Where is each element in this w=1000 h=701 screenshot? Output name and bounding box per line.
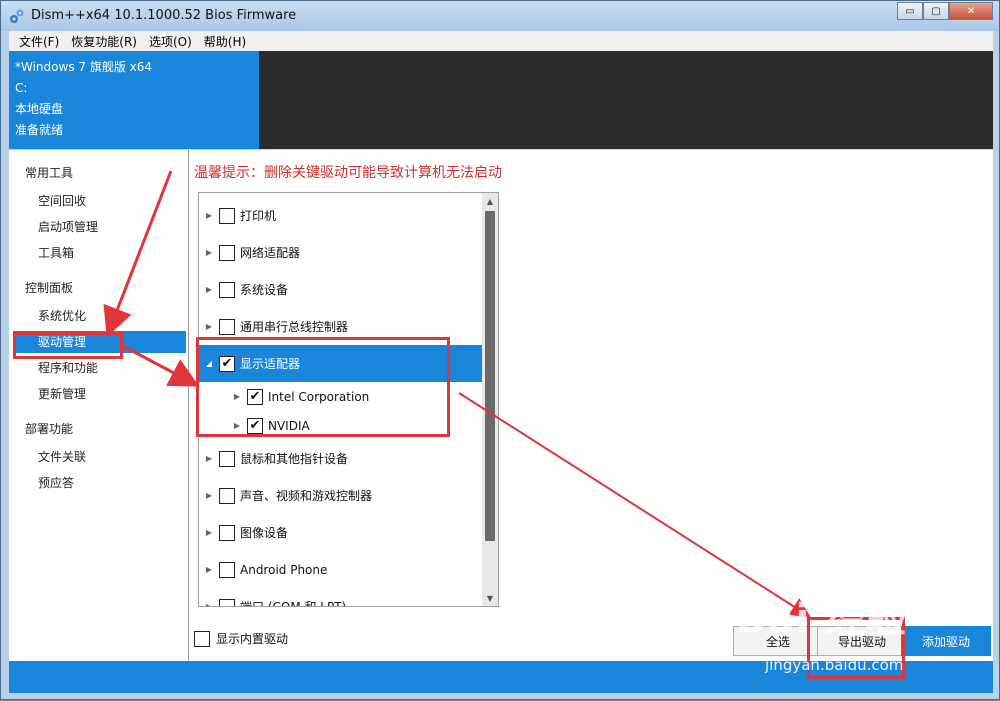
add-driver-button[interactable]: 添加驱动 [901, 626, 991, 656]
tree-item[interactable]: ▶ 端口 (COM 和 LPT) [199, 588, 482, 607]
tree-item-checkbox[interactable] [219, 244, 235, 261]
menu-recovery[interactable]: 恢复功能(R) [65, 33, 143, 50]
scroll-thumb[interactable] [485, 211, 495, 541]
tree-item-label: 通用串行总线控制器 [240, 320, 349, 334]
tree-item-checkbox[interactable] [219, 487, 235, 504]
sidebar-item-updates[interactable]: 更新管理 [13, 383, 186, 405]
expand-right-icon[interactable]: ▶ [205, 322, 213, 331]
tree-item[interactable]: ▶ 图像设备 [199, 514, 482, 551]
maximize-button[interactable]: ▢ [923, 2, 949, 20]
show-builtin-checkbox[interactable] [194, 630, 210, 647]
warning-text: 温馨提示：删除关键驱动可能导致计算机无法启动 [194, 165, 502, 181]
sidebar-item-file-association[interactable]: 文件关联 [13, 446, 186, 468]
sidebar-item-answer-file[interactable]: 预应答 [13, 472, 186, 494]
expand-right-icon[interactable]: ▶ [205, 491, 213, 500]
sidebar: 常用工具 空间回收 启动项管理 工具箱 控制面板 系统优化 驱动管理 程序和功能… [9, 149, 189, 661]
close-icon: ✕ [966, 5, 976, 17]
tree-item[interactable]: ▶ Android Phone [199, 551, 482, 588]
expand-right-icon[interactable]: ▶ [205, 211, 213, 220]
minimize-icon: ▭ [905, 5, 915, 17]
annotation-box-display-adapters [196, 337, 450, 437]
tree-item-checkbox[interactable] [219, 561, 235, 578]
tree-item-label: 图像设备 [240, 526, 289, 540]
tree-item-checkbox[interactable] [219, 450, 235, 467]
sidebar-item-toolbox[interactable]: 工具箱 [13, 242, 186, 264]
expand-right-icon[interactable]: ▶ [205, 565, 213, 574]
tree-item[interactable]: ▶ 系统设备 [199, 271, 482, 308]
scroll-up-icon[interactable]: ▲ [482, 193, 498, 209]
annotation-box-driver-menu [13, 332, 123, 359]
app-gear-icon [10, 9, 24, 23]
tree-item-label: 端口 (COM 和 LPT) [240, 600, 347, 607]
drive-letter: C: [15, 81, 28, 95]
sidebar-group-deploy: 部署功能 [25, 422, 74, 436]
show-builtin-option[interactable]: 显示内置驱动 [194, 630, 288, 647]
tree-item-label: 系统设备 [240, 283, 289, 297]
tree-item-label: 网络适配器 [240, 246, 301, 260]
disk-type: 本地硬盘 [15, 102, 64, 116]
sidebar-item-startup[interactable]: 启动项管理 [13, 216, 186, 238]
app-window: Dism++x64 10.1.1000.52 Bios Firmware ▭ ▢… [0, 0, 1000, 700]
expand-right-icon[interactable]: ▶ [205, 285, 213, 294]
tree-item-label: Android Phone [240, 562, 328, 577]
watermark-url: jingyan.baidu.com [765, 656, 904, 674]
system-info-panel[interactable]: *Windows 7 旗舰版 x64 C: 本地硬盘 准备就绪 [9, 51, 259, 149]
tree-item-checkbox[interactable] [219, 207, 235, 224]
expand-right-icon[interactable]: ▶ [205, 602, 213, 606]
menu-help[interactable]: 帮助(H) [198, 33, 252, 50]
tree-scrollbar[interactable]: ▲ ▼ [482, 193, 498, 606]
session-area [259, 51, 993, 149]
tree-item-checkbox[interactable] [219, 281, 235, 298]
tree-item-checkbox[interactable] [219, 318, 235, 335]
tree-item-label: 打印机 [240, 209, 277, 223]
sidebar-item-programs[interactable]: 程序和功能 [13, 357, 186, 379]
expand-right-icon[interactable]: ▶ [205, 248, 213, 257]
minimize-button[interactable]: ▭ [897, 2, 923, 20]
tree-item[interactable]: ▶ 网络适配器 [199, 234, 482, 271]
title-bar[interactable]: Dism++x64 10.1.1000.52 Bios Firmware ▭ ▢… [1, 1, 999, 31]
menu-file[interactable]: 文件(F) [13, 33, 65, 50]
tree-item[interactable]: ▶ 声音、视频和游戏控制器 [199, 477, 482, 514]
scroll-down-icon[interactable]: ▼ [482, 590, 498, 606]
tree-item-label: 声音、视频和游戏控制器 [240, 489, 373, 503]
status-text: 准备就绪 [15, 123, 64, 137]
sidebar-group-control-panel: 控制面板 [25, 281, 74, 295]
expand-right-icon[interactable]: ▶ [205, 528, 213, 537]
expand-right-icon[interactable]: ▶ [205, 454, 213, 463]
sidebar-item-space-cleanup[interactable]: 空间回收 [13, 190, 186, 212]
window-title: Dism++x64 10.1.1000.52 Bios Firmware [31, 8, 297, 23]
os-name: *Windows 7 旗舰版 x64 [15, 60, 153, 74]
maximize-icon: ▢ [931, 5, 941, 17]
tree-item[interactable]: ▶ 打印机 [199, 197, 482, 234]
close-button[interactable]: ✕ [949, 2, 993, 20]
menu-options[interactable]: 选项(O) [143, 33, 198, 50]
watermark-logo: Bai 经验 [736, 596, 908, 642]
tree-item[interactable]: ▶ 鼠标和其他指针设备 [199, 440, 482, 477]
sidebar-group-common-tools: 常用工具 [25, 166, 74, 180]
tree-item-label: 鼠标和其他指针设备 [240, 452, 349, 466]
show-builtin-label: 显示内置驱动 [216, 632, 289, 646]
tree-item-checkbox[interactable] [219, 524, 235, 541]
sidebar-item-system-optimize[interactable]: 系统优化 [13, 305, 186, 327]
tree-item-checkbox[interactable] [219, 598, 235, 606]
menu-bar: 文件(F) 恢复功能(R) 选项(O) 帮助(H) [9, 31, 993, 51]
